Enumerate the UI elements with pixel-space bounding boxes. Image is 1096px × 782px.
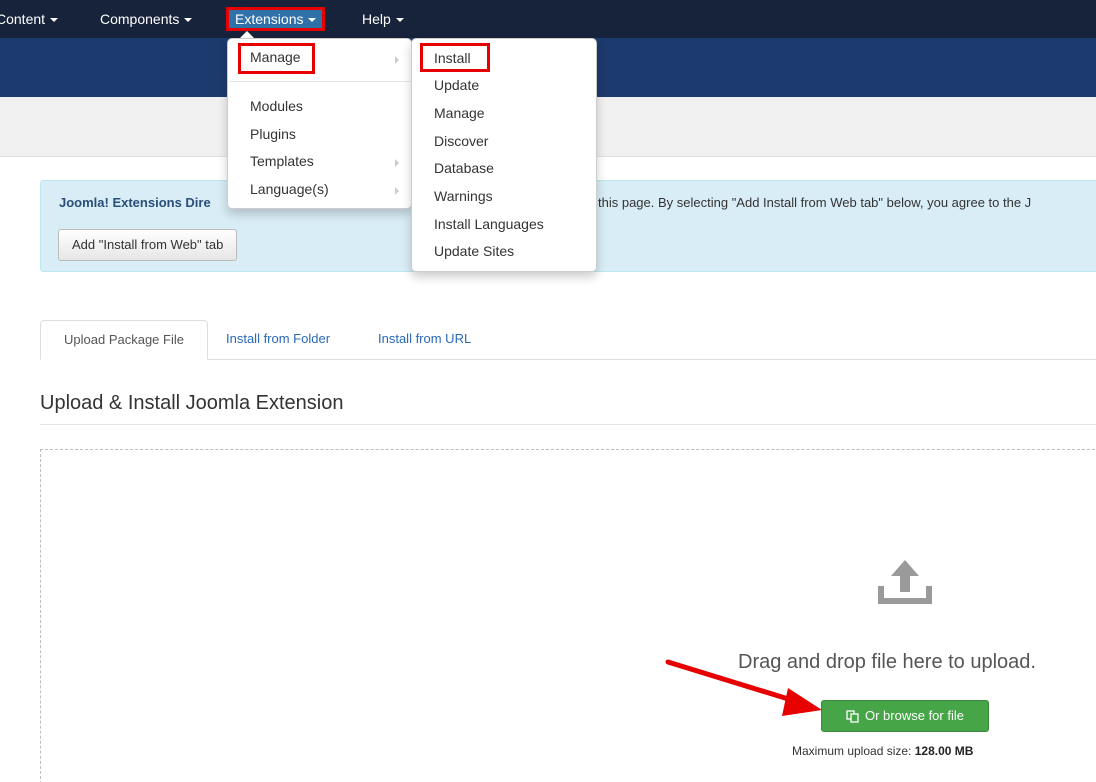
menu-item-discover[interactable]: Discover (434, 133, 488, 149)
alert-bold-text: Joomla! Extensions Dire (59, 195, 211, 210)
browse-button-label: Or browse for file (865, 708, 964, 723)
nav-content[interactable]: Content (0, 7, 59, 31)
menu-caret (240, 31, 254, 38)
caret-down-icon (184, 18, 193, 23)
nav-help-label: Help (362, 11, 391, 27)
install-highlight-box (420, 43, 490, 72)
tab-upload-package-file[interactable]: Upload Package File (40, 320, 208, 360)
chevron-right-icon (395, 187, 399, 195)
caret-down-icon (50, 18, 59, 23)
menu-divider (229, 81, 412, 82)
page-title: Upload & Install Joomla Extension (40, 392, 344, 414)
drop-zone[interactable] (40, 449, 1096, 782)
menu-item-warnings[interactable]: Warnings (434, 188, 493, 204)
menu-item-update[interactable]: Update (434, 77, 479, 93)
nav-extensions[interactable]: Extensions (226, 7, 326, 31)
top-navbar: Content Components Extensions Help (0, 0, 1096, 38)
tab-install-from-folder[interactable]: Install from Folder (226, 320, 330, 360)
max-upload-size: Maximum upload size: 128.00 MB (792, 744, 973, 758)
nav-content-label: Content (0, 11, 46, 27)
nav-help[interactable]: Help (362, 7, 404, 31)
tab-install-from-url[interactable]: Install from URL (378, 320, 471, 360)
title-divider (40, 424, 1096, 425)
menu-item-templates[interactable]: Templates (250, 153, 314, 169)
nav-components-label: Components (100, 11, 180, 27)
annotation-arrow-icon (665, 659, 822, 716)
menu-item-modules[interactable]: Modules (250, 98, 303, 114)
max-size-label: Maximum upload size: (792, 744, 912, 758)
nav-components[interactable]: Components (100, 7, 193, 31)
max-size-value: 128.00 MB (914, 744, 974, 758)
nav-extensions-label: Extensions (235, 11, 304, 27)
menu-item-manage-extensions[interactable]: Manage (434, 105, 485, 121)
caret-down-icon (395, 18, 404, 23)
manage-highlight-box (238, 43, 315, 74)
chevron-right-icon (395, 159, 399, 167)
chevron-right-icon (395, 56, 399, 64)
add-install-from-web-button[interactable]: Add "Install from Web" tab (58, 229, 238, 261)
manage-submenu: Install Update Manage Discover Database … (411, 38, 597, 272)
alert-trailing-text: this page. By selecting "Add Install fro… (598, 195, 1032, 210)
caret-down-icon (308, 18, 317, 23)
menu-item-languages[interactable]: Language(s) (250, 181, 329, 197)
menu-item-database[interactable]: Database (434, 160, 494, 176)
alert-text: Joomla! Extensions Dire (59, 195, 211, 210)
menu-item-plugins[interactable]: Plugins (250, 126, 296, 142)
copy-icon (846, 710, 859, 723)
menu-item-install-languages[interactable]: Install Languages (434, 216, 544, 232)
browse-for-file-button[interactable]: Or browse for file (821, 700, 989, 732)
menu-item-update-sites[interactable]: Update Sites (434, 243, 514, 259)
upload-icon (878, 560, 932, 604)
